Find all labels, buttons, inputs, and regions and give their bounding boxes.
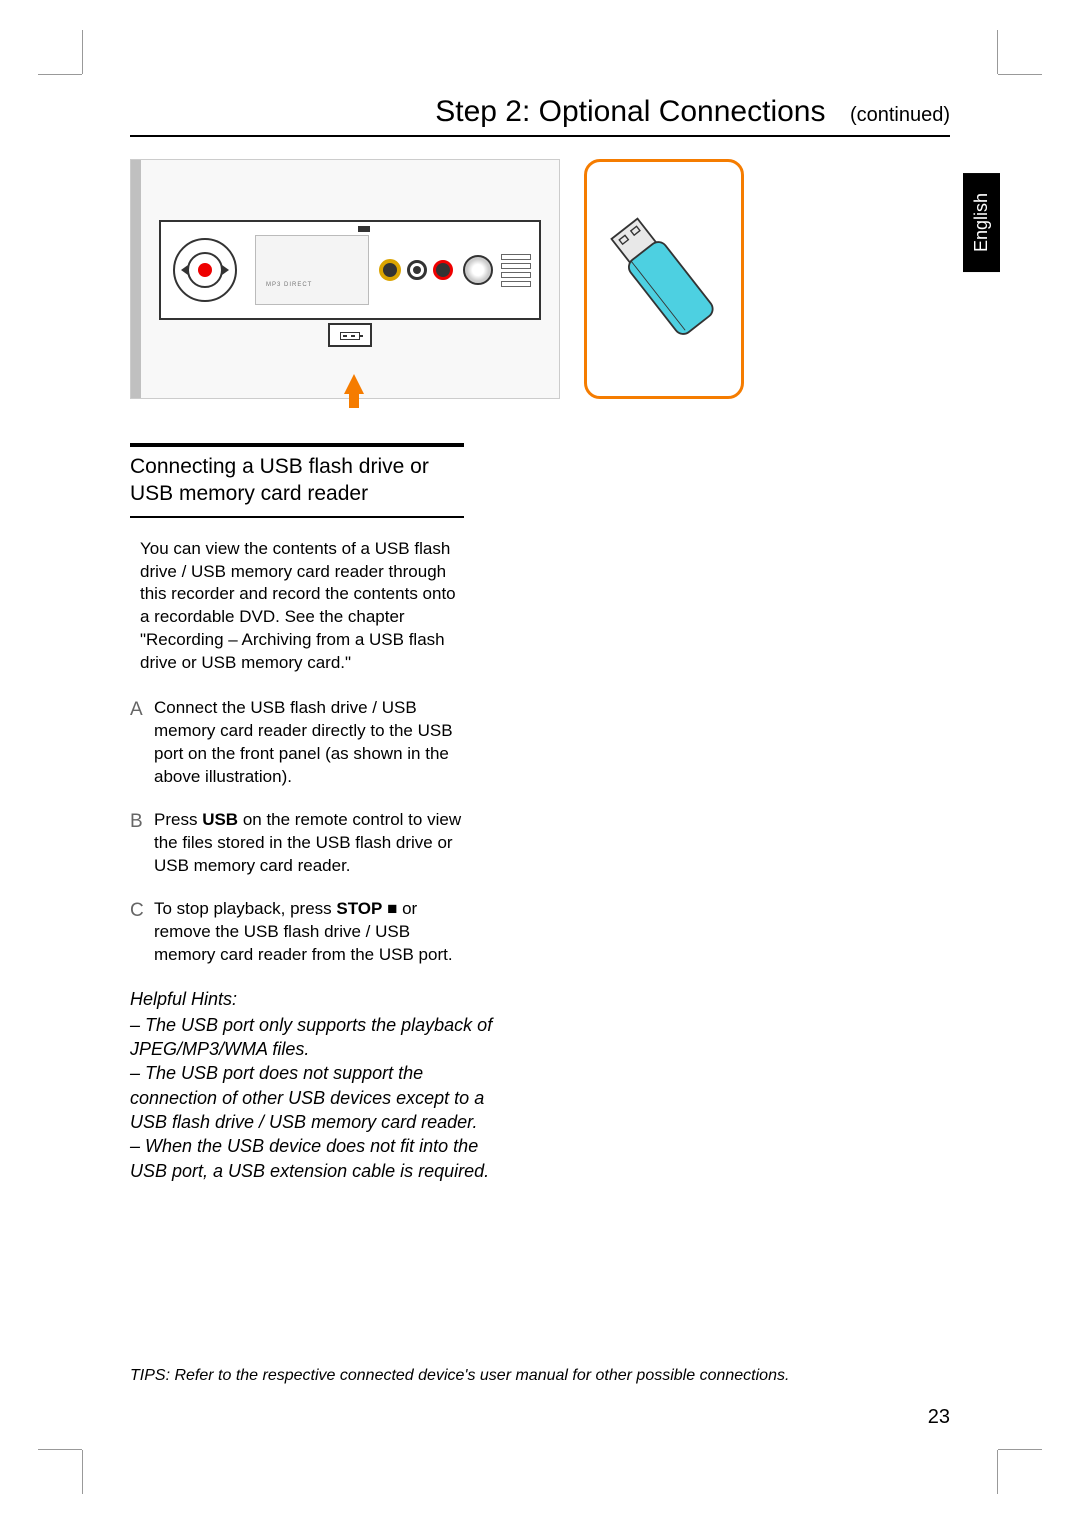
step-c: C To stop playback, press STOP ■ or remo… [130, 898, 474, 967]
step-prefix: To stop playback, press [154, 899, 336, 918]
language-tab: English [963, 173, 1000, 272]
display-panel-icon: MP3 DIRECT [255, 235, 369, 305]
page-header: Step 2: Optional Connections (continued) [130, 95, 950, 137]
page-number: 23 [928, 1406, 950, 1429]
knob-icon [463, 255, 493, 285]
audio-left-jack-icon [407, 260, 427, 280]
tips-footer: TIPS: Refer to the respective connected … [130, 1367, 789, 1385]
step-text: To stop playback, press STOP ■ or remove… [154, 898, 474, 967]
transport-control-icon [173, 238, 237, 302]
header-title: Step 2: Optional Connections [435, 95, 825, 128]
av-jacks-icon [379, 259, 453, 281]
step-text: Press USB on the remote control to view … [154, 809, 474, 878]
step-letter: B [130, 809, 144, 878]
step-text: Connect the USB flash drive / USB memory… [154, 697, 474, 789]
helpful-hints: Helpful Hints: – The USB port only suppo… [130, 987, 510, 1183]
steps-list: A Connect the USB flash drive / USB memo… [130, 697, 474, 966]
usb-flash-drive-icon [609, 206, 719, 353]
section-intro: You can view the contents of a USB flash… [130, 538, 464, 676]
hint-item: – When the USB device does not ﬁt into t… [130, 1134, 510, 1183]
header-continued: (continued) [850, 104, 950, 126]
stop-glyph-icon: ■ [382, 899, 402, 918]
step-b: B Press USB on the remote control to vie… [130, 809, 474, 878]
hints-title: Helpful Hints: [130, 987, 510, 1011]
hint-item: – The USB port only supports the playbac… [130, 1013, 510, 1062]
record-button-icon [198, 263, 212, 277]
section-title: Connecting a USB ﬂash drive or USB memor… [130, 443, 464, 518]
step-letter: A [130, 697, 144, 789]
usb-drive-figure [584, 159, 744, 399]
audio-right-jack-icon [433, 260, 453, 280]
step-command: USB [202, 810, 238, 829]
step-prefix: Press [154, 810, 202, 829]
step-letter: C [130, 898, 144, 967]
hint-item: – The USB port does not support the conn… [130, 1061, 510, 1134]
step-a: A Connect the USB flash drive / USB memo… [130, 697, 474, 789]
page-content: Step 2: Optional Connections (continued)… [130, 95, 950, 1429]
step-command: STOP [336, 899, 382, 918]
usb-port-icon [328, 323, 372, 347]
video-jack-icon [379, 259, 401, 281]
insert-arrow-icon [344, 374, 364, 394]
figure-area: MP3 DIRECT [130, 159, 950, 399]
mp3-direct-label: MP3 DIRECT [266, 282, 312, 288]
device-front-panel-figure: MP3 DIRECT [130, 159, 560, 399]
